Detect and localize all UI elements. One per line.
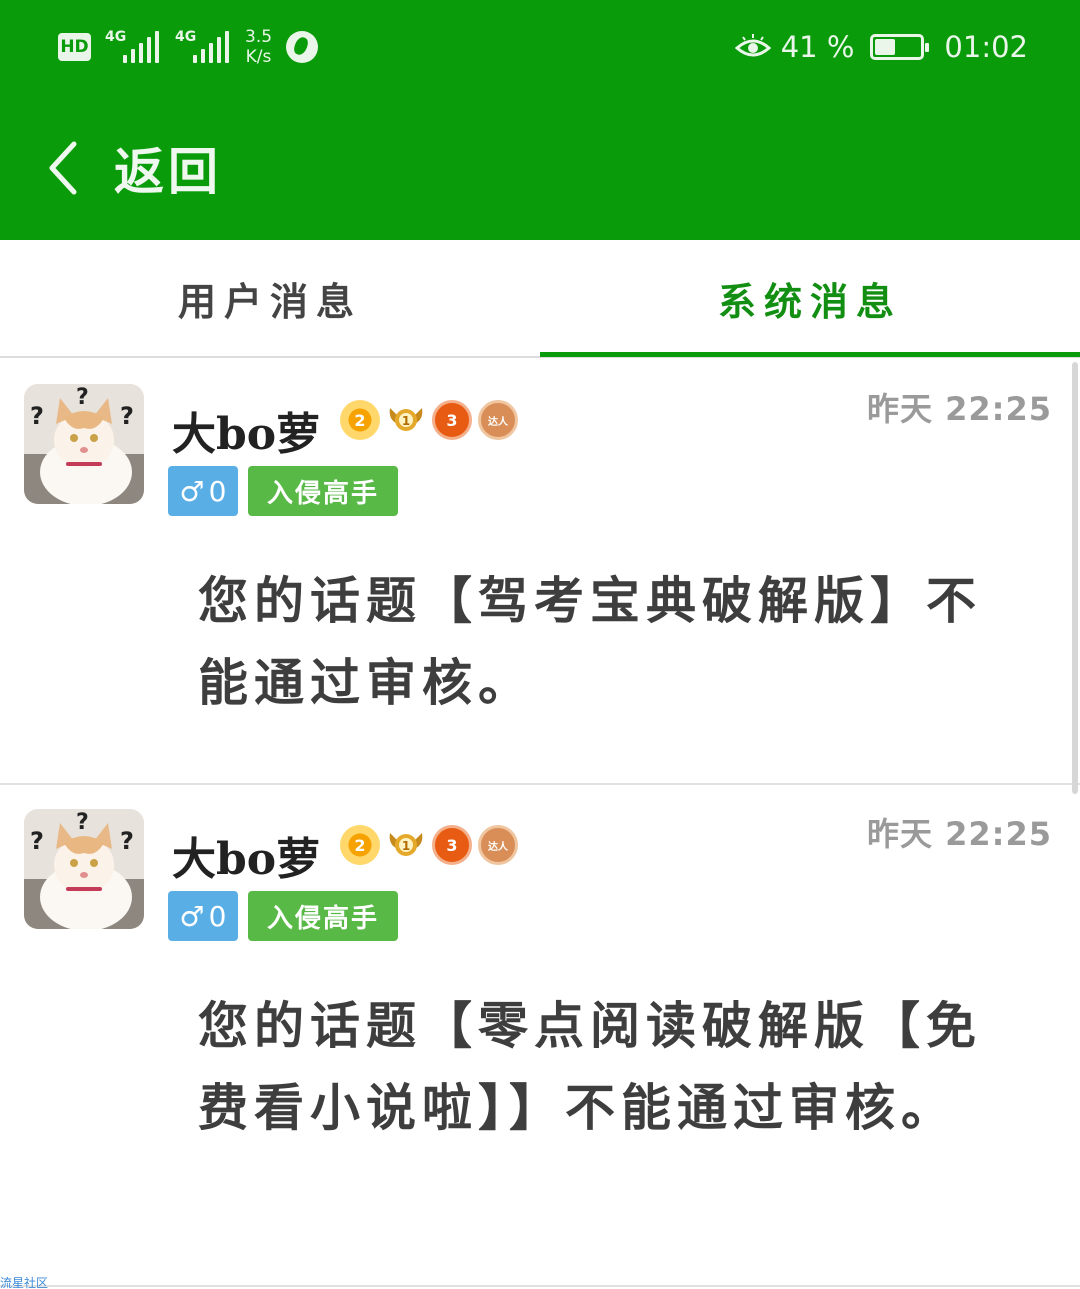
message-item[interactable]: ? ? ? 大bo萝 2 1 3 达人 昨天 22:25 ♂ 0 入侵高手 您的…: [0, 360, 1080, 785]
message-text: 您的话题【驾考宝典破解版】不能通过审核。: [198, 571, 982, 712]
nav-bar: 返回: [0, 120, 1080, 215]
badge-row: 2 1 3 达人: [340, 825, 518, 865]
user-name[interactable]: 大bo萝: [172, 823, 320, 887]
signal-icon-sim2: 4G: [175, 29, 231, 65]
tab-system-messages[interactable]: 系统消息: [540, 240, 1080, 357]
gender-tag: ♂ 0: [168, 891, 238, 941]
message-text: 您的话题【零点阅读破解版【免费看小说啦】】不能通过审核。: [198, 996, 982, 1137]
tab-user-messages[interactable]: 用户消息: [0, 240, 540, 356]
vpn-globe-icon: [286, 31, 319, 63]
battery-percent: 41 %: [780, 30, 855, 64]
trophy-badge-icon: 1: [386, 825, 426, 865]
network-speed: 3.5 K/s: [245, 27, 272, 67]
trophy-badge-number: 1: [402, 414, 410, 428]
badge-row: 2 1 3 达人: [340, 400, 518, 440]
back-button[interactable]: 返回: [44, 123, 242, 213]
level-sun-badge-icon: 2: [340, 400, 380, 440]
message-tabs: 用户消息 系统消息: [0, 240, 1080, 358]
rank-tag: 入侵高手: [248, 466, 398, 516]
clock: 01:02: [944, 30, 1028, 64]
svg-text:?: ?: [76, 385, 89, 410]
status-left: HD 4G 4G 3.5 K/s: [58, 24, 319, 70]
male-icon: ♂: [179, 474, 205, 508]
avatar[interactable]: ? ? ?: [24, 384, 144, 504]
trophy-badge-icon: 1: [386, 400, 426, 440]
rank-3-badge-icon: 3: [432, 400, 472, 440]
trophy-badge-number: 1: [402, 839, 410, 853]
gender-count: 0: [208, 474, 227, 508]
user-name[interactable]: 大bo萝: [172, 398, 320, 462]
gender-count: 0: [208, 899, 227, 933]
scrollbar[interactable]: [1072, 362, 1078, 794]
eye-comfort-icon: [734, 34, 771, 60]
status-right: 41 % 01:02: [734, 26, 1028, 68]
avatar[interactable]: ? ? ?: [24, 809, 144, 929]
male-icon: ♂: [179, 899, 205, 933]
level-sun-badge-icon: 2: [340, 825, 380, 865]
network-speed-unit: K/s: [245, 47, 272, 67]
status-bar: HD 4G 4G 3.5 K/s 41 % 01:02: [0, 0, 1080, 95]
svg-text:?: ?: [30, 402, 44, 430]
svg-text:?: ?: [76, 810, 89, 835]
chevron-left-icon: [49, 141, 77, 194]
signal-icon-sim1: 4G: [105, 29, 161, 65]
hd-icon: HD: [58, 33, 91, 61]
rank-3-badge-icon: 3: [432, 825, 472, 865]
svg-text:?: ?: [120, 827, 134, 855]
svg-text:?: ?: [120, 402, 134, 430]
gender-tag: ♂ 0: [168, 466, 238, 516]
back-label: 返回: [114, 141, 222, 201]
watermark: 流星社区: [0, 1276, 49, 1289]
network-speed-value: 3.5: [245, 27, 273, 47]
rank-tag: 入侵高手: [248, 891, 398, 941]
battery-icon: [870, 34, 930, 60]
expert-badge-icon: 达人: [478, 400, 518, 440]
expert-badge-icon: 达人: [478, 825, 518, 865]
message-item[interactable]: ? ? ? 大bo萝 2 1 3 达人 昨天 22:25 ♂ 0 入侵高手 您的…: [0, 785, 1080, 1287]
message-time: 昨天 22:25: [866, 815, 1052, 853]
message-time: 昨天 22:25: [866, 390, 1052, 428]
message-list: ? ? ? 大bo萝 2 1 3 达人 昨天 22:25 ♂ 0 入侵高手 您的…: [0, 360, 1080, 1287]
svg-text:?: ?: [30, 827, 44, 855]
app-header: HD 4G 4G 3.5 K/s 41 % 01:02 返回: [0, 0, 1080, 240]
